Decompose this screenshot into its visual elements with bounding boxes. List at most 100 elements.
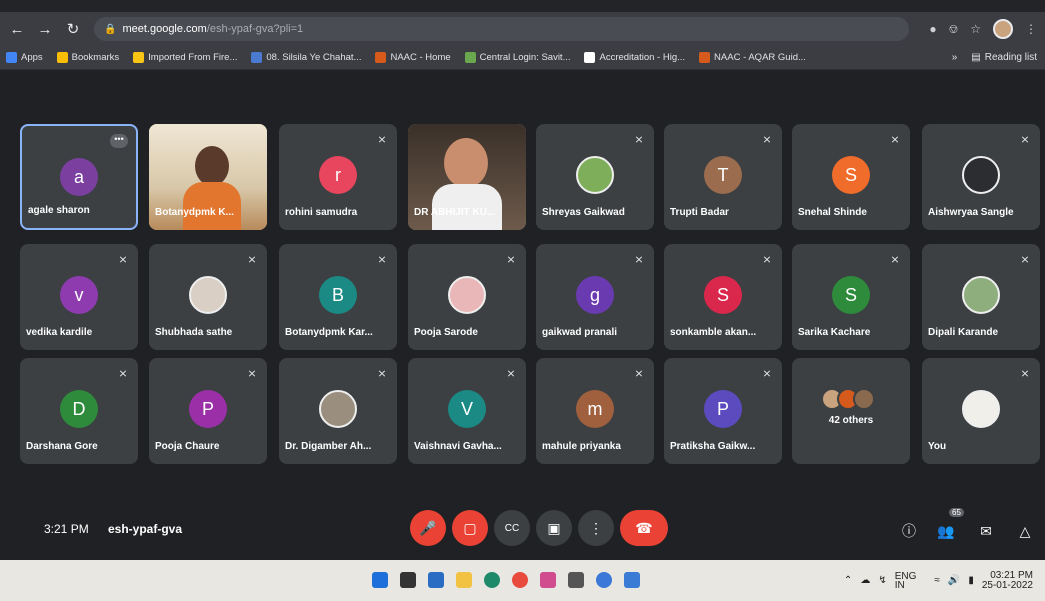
mic-muted-icon: ⨯ bbox=[634, 133, 644, 146]
address-bar[interactable]: 🔒 meet.google.com /esh-ypaf-gva?pli=1 bbox=[94, 17, 910, 41]
participant-tile[interactable]: ⨯ Dipali Karande bbox=[922, 244, 1040, 350]
usb-icon[interactable]: ↯ bbox=[878, 575, 886, 586]
participant-tile[interactable]: a ••• agale sharon bbox=[20, 124, 138, 230]
language-indicator[interactable]: ENG IN bbox=[895, 571, 925, 590]
reading-list-button[interactable]: » ▤ Reading list bbox=[952, 52, 1037, 63]
participant-tile[interactable]: P ⨯ Pooja Chaure bbox=[149, 358, 267, 464]
help-icon[interactable] bbox=[596, 572, 612, 588]
more-vert-icon: ⋮ bbox=[589, 519, 603, 536]
battery-icon[interactable]: ▮ bbox=[968, 575, 974, 586]
bookmark-label: NAAC - Home bbox=[390, 52, 451, 63]
present-button[interactable]: ▣ bbox=[536, 510, 572, 546]
wifi-icon[interactable]: ≈ bbox=[934, 575, 940, 586]
forward-icon[interactable]: → bbox=[34, 18, 56, 40]
edge-icon[interactable] bbox=[484, 572, 500, 588]
participant-tile[interactable]: S ⨯ Snehal Shinde bbox=[792, 124, 910, 230]
people-icon[interactable]: 👥 bbox=[935, 520, 957, 542]
captions-button[interactable]: CC bbox=[494, 510, 530, 546]
store-icon[interactable] bbox=[624, 572, 640, 588]
bookmark-item[interactable]: Imported From Fire... bbox=[133, 52, 237, 63]
screen: ← → ↻ 🔒 meet.google.com /esh-ypaf-gva?pl… bbox=[0, 0, 1045, 601]
bookmark-item[interactable]: NAAC - Home bbox=[375, 52, 451, 63]
leave-call-button[interactable]: ☎ bbox=[620, 510, 668, 546]
bookmark-label: Bookmarks bbox=[71, 52, 120, 63]
mic-muted-icon: ⨯ bbox=[1020, 253, 1030, 266]
participant-tile[interactable]: S ⨯ Sarika Kachare bbox=[792, 244, 910, 350]
start-icon[interactable] bbox=[372, 572, 388, 588]
participant-tile[interactable]: ⨯ Dr. Digamber Ah... bbox=[279, 358, 397, 464]
camera-in-use-icon[interactable]: ● bbox=[929, 22, 936, 36]
bookmark-label: Imported From Fire... bbox=[148, 52, 238, 63]
participant-tile[interactable]: D ⨯ Darshana Gore bbox=[20, 358, 138, 464]
more-bookmarks-icon[interactable]: » bbox=[952, 52, 958, 63]
participant-tile[interactable]: r ⨯ rohini samudra bbox=[279, 124, 397, 230]
participant-tile[interactable]: P ⨯ Pratiksha Gaikw... bbox=[664, 358, 782, 464]
participant-tile[interactable]: ⨯ Pooja Sarode bbox=[408, 244, 526, 350]
bookmark-icon bbox=[375, 52, 387, 63]
tile-more-icon[interactable]: ••• bbox=[110, 134, 128, 148]
volume-icon[interactable]: 🔊 bbox=[948, 575, 960, 586]
cloud-icon[interactable]: ☁ bbox=[860, 575, 870, 586]
mic-muted-icon: ⨯ bbox=[247, 253, 257, 266]
task-view-icon[interactable] bbox=[428, 572, 444, 588]
bookmark-item[interactable]: Apps bbox=[6, 52, 43, 63]
mic-muted-icon: ⨯ bbox=[506, 367, 516, 380]
participant-avatar: T bbox=[704, 156, 742, 194]
participant-tile[interactable]: g ⨯ gaikwad pranali bbox=[536, 244, 654, 350]
participant-tile[interactable]: v ⨯ vedika kardile bbox=[20, 244, 138, 350]
chat-icon[interactable]: ✉ bbox=[975, 520, 997, 542]
bookmark-item[interactable]: NAAC - AQAR Guid... bbox=[699, 52, 806, 63]
mic-muted-icon: ⨯ bbox=[377, 133, 387, 146]
activities-icon[interactable]: △ bbox=[1014, 520, 1036, 542]
mic-muted-icon: ⨯ bbox=[118, 253, 128, 266]
participant-name: 42 others bbox=[828, 415, 874, 426]
clock[interactable]: 03:21 PM 25-01-2022 bbox=[982, 570, 1041, 591]
participant-name: Vaishnavi Gavha... bbox=[414, 441, 502, 452]
meeting-details-icon[interactable]: ⓘ bbox=[898, 520, 920, 542]
participant-avatar: r bbox=[319, 156, 357, 194]
back-icon[interactable]: ← bbox=[6, 18, 28, 40]
bookmarks-bar: Apps Bookmarks Imported From Fire... 08. Si… bbox=[0, 46, 1045, 70]
captions-icon: CC bbox=[504, 522, 520, 534]
browser-toolbar: ← → ↻ 🔒 meet.google.com /esh-ypaf-gva?pl… bbox=[0, 12, 1045, 46]
participant-tile[interactable]: ⨯ Aishwryaa Sangle bbox=[922, 124, 1040, 230]
participant-tile[interactable]: 42 others bbox=[792, 358, 910, 464]
mic-muted-icon: ⨯ bbox=[890, 253, 900, 266]
profile-avatar[interactable] bbox=[993, 19, 1013, 39]
participant-tile[interactable]: V ⨯ Vaishnavi Gavha... bbox=[408, 358, 526, 464]
share-icon[interactable]: ⎊ bbox=[949, 22, 959, 37]
participant-tile[interactable]: T ⨯ Trupti Badar bbox=[664, 124, 782, 230]
reload-icon[interactable]: ↻ bbox=[62, 18, 84, 40]
bookmark-item[interactable]: Accreditation - Hig... bbox=[584, 52, 685, 63]
calculator-icon[interactable] bbox=[568, 572, 584, 588]
participant-avatar: g bbox=[576, 276, 614, 314]
participant-name: DR ABHIJIT KU... bbox=[414, 207, 496, 218]
more-options-button[interactable]: ⋮ bbox=[578, 510, 614, 546]
participant-tile[interactable]: ⨯ Shreyas Gaikwad bbox=[536, 124, 654, 230]
participant-tile[interactable]: B ⨯ Botanydpmk Kar... bbox=[279, 244, 397, 350]
camera-off-button[interactable]: ▢ bbox=[452, 510, 488, 546]
file-explorer-icon[interactable] bbox=[456, 572, 472, 588]
participant-tile[interactable]: m ⨯ mahule priyanka bbox=[536, 358, 654, 464]
search-icon[interactable] bbox=[400, 572, 416, 588]
participant-tile[interactable]: Botanydpmk K... bbox=[149, 124, 267, 230]
bookmark-item[interactable]: Bookmarks bbox=[56, 52, 120, 63]
present-icon: ▣ bbox=[547, 519, 561, 536]
bookmark-item[interactable]: Central Login: Savit... bbox=[464, 52, 570, 63]
mic-off-button[interactable]: 🎤 bbox=[410, 510, 446, 546]
participant-name: Pooja Sarode bbox=[414, 327, 478, 338]
chrome-icon[interactable] bbox=[512, 572, 528, 588]
menu-icon[interactable]: ⋮ bbox=[1025, 22, 1037, 36]
bookmark-star-icon[interactable]: ☆ bbox=[970, 22, 981, 36]
participant-tile[interactable]: S ⨯ sonkamble akan... bbox=[664, 244, 782, 350]
bookmark-item[interactable]: 08. Silsila Ye Chahat... bbox=[251, 52, 361, 63]
mic-muted-icon: ⨯ bbox=[762, 133, 772, 146]
participant-tile[interactable]: DR ABHIJIT KU... bbox=[408, 124, 526, 230]
windows-taskbar: ⌃ ☁ ↯ ENG IN ≈ 🔊 ▮ 03:21 PM 25-01-2022 bbox=[0, 560, 1045, 601]
chevron-up-icon[interactable]: ⌃ bbox=[844, 575, 852, 586]
meeting-time: 3:21 PM bbox=[44, 522, 89, 536]
app-icon[interactable] bbox=[540, 572, 556, 588]
bookmark-label: 08. Silsila Ye Chahat... bbox=[266, 52, 362, 63]
participant-tile[interactable]: ⨯ Shubhada sathe bbox=[149, 244, 267, 350]
participant-tile[interactable]: ⨯ You bbox=[922, 358, 1040, 464]
